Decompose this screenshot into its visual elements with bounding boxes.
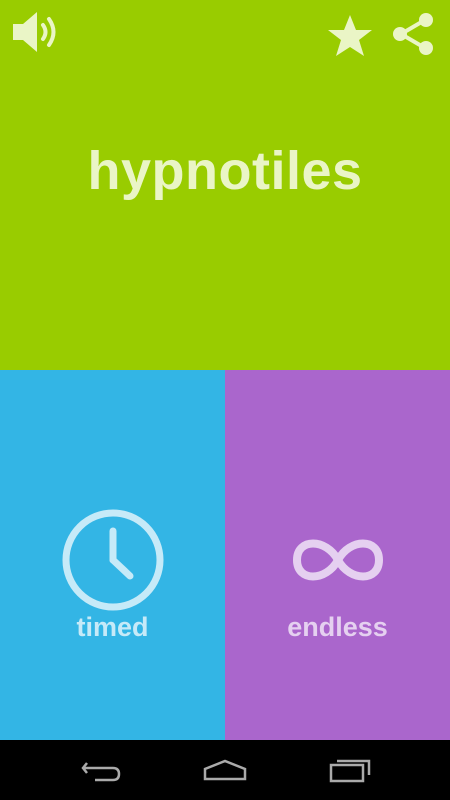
timed-mode-tile[interactable]: timed <box>0 370 225 740</box>
system-navigation-bar <box>0 740 450 800</box>
share-icon <box>393 13 433 55</box>
nav-back-button[interactable] <box>70 750 130 790</box>
home-icon <box>203 759 247 781</box>
clock-icon <box>62 509 163 611</box>
endless-mode-label: endless <box>287 612 388 642</box>
recents-icon <box>329 759 371 783</box>
timed-mode-label: timed <box>76 612 149 642</box>
share-button[interactable] <box>388 10 438 58</box>
nav-home-button[interactable] <box>195 750 255 790</box>
endless-mode-tile[interactable]: endless <box>225 370 450 740</box>
app-screen: hypnotiles timed endless <box>0 0 450 800</box>
speaker-icon <box>13 12 56 52</box>
nav-recents-button[interactable] <box>320 750 380 790</box>
infinity-icon <box>292 539 383 581</box>
sound-toggle-button[interactable] <box>8 8 66 56</box>
header-panel: hypnotiles <box>0 0 450 370</box>
star-icon <box>328 15 372 56</box>
rate-star-button[interactable] <box>325 12 375 60</box>
app-title: hypnotiles <box>87 141 363 201</box>
back-icon <box>81 762 121 782</box>
